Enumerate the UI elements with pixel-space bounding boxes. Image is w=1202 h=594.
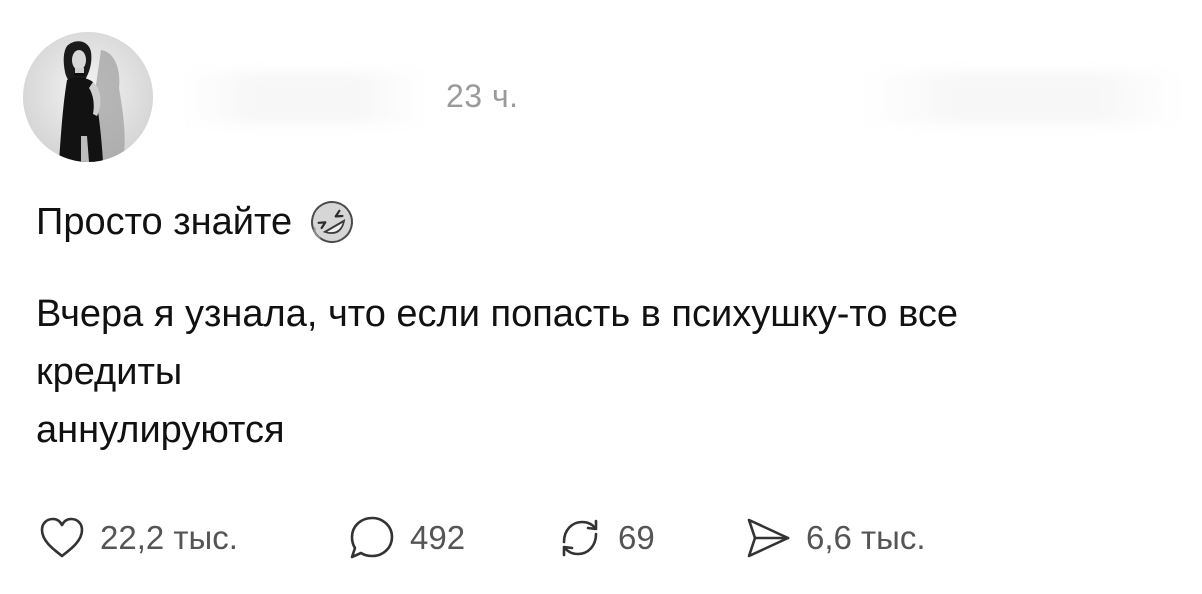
header-redacted bbox=[860, 72, 1180, 124]
repost-icon bbox=[554, 512, 606, 564]
post-title-line: Просто знайте bbox=[36, 196, 358, 248]
username-redacted bbox=[180, 72, 430, 124]
post-title: Просто знайте bbox=[36, 200, 293, 243]
repost-button[interactable]: 69 bbox=[554, 512, 742, 564]
like-button[interactable]: 22,2 тыс. bbox=[36, 512, 346, 564]
post-timestamp: 23 ч. bbox=[446, 78, 519, 114]
heart-icon bbox=[36, 512, 88, 564]
like-count: 22,2 тыс. bbox=[100, 519, 238, 556]
post-body-line: Вчера я узнала, что если попасть в психу… bbox=[36, 293, 958, 335]
avatar[interactable] bbox=[23, 32, 153, 162]
avatar-photo bbox=[23, 32, 153, 162]
rolling-on-floor-laughing-icon bbox=[306, 196, 358, 248]
share-count: 6,6 тыс. bbox=[806, 519, 926, 556]
share-button[interactable]: 6,6 тыс. bbox=[742, 512, 926, 564]
repost-count: 69 bbox=[618, 519, 655, 556]
post-body-line: кредиты bbox=[36, 351, 183, 393]
send-icon bbox=[742, 512, 794, 564]
comment-button[interactable]: 492 bbox=[346, 512, 554, 564]
comment-bubble-icon bbox=[346, 512, 398, 564]
post-body: Вчера я узнала, что если попасть в психу… bbox=[36, 285, 1176, 459]
post-card: 23 ч. Просто знайте Вчера я узнала, что … bbox=[0, 0, 1202, 594]
post-actions-bar: 22,2 тыс. 492 69 6,6 тыс. bbox=[36, 510, 926, 566]
post-body-line: аннулируются bbox=[36, 409, 285, 451]
comment-count: 492 bbox=[410, 519, 466, 556]
